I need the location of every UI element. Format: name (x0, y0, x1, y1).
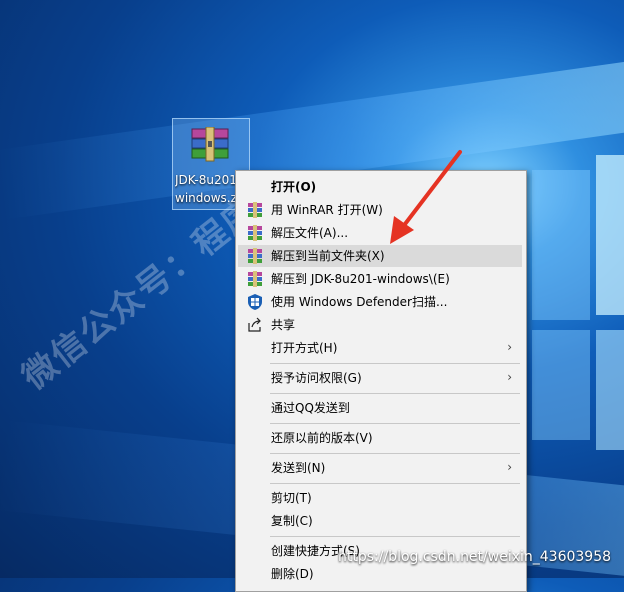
winrar-archive-icon (191, 127, 229, 162)
winrar-icon (248, 225, 262, 241)
menu-item-restore-previous-versions[interactable]: 还原以前的版本(V) (238, 427, 522, 449)
windows-defender-shield-icon (248, 294, 262, 310)
wallpaper-window-pane (596, 155, 624, 315)
menu-item-extract-here[interactable]: 解压到当前文件夹(X) (238, 245, 522, 267)
share-icon (248, 317, 261, 332)
chevron-right-icon: › (507, 370, 512, 384)
menu-item-label: 用 WinRAR 打开(W) (271, 203, 383, 217)
menu-item-label: 还原以前的版本(V) (271, 431, 373, 445)
menu-item-label: 解压文件(A)... (271, 226, 349, 240)
menu-item-share[interactable]: 共享 (238, 314, 522, 336)
menu-item-label: 解压到当前文件夹(X) (271, 249, 385, 263)
menu-separator (270, 363, 520, 364)
menu-item-label: 发送到(N) (271, 461, 326, 475)
menu-separator (270, 483, 520, 484)
menu-item-defender-scan[interactable]: 使用 Windows Defender扫描... (238, 291, 522, 313)
menu-item-label: 解压到 JDK-8u201-windows\(E) (271, 272, 450, 286)
chevron-right-icon: › (507, 460, 512, 474)
menu-separator (270, 536, 520, 537)
menu-item-label: 删除(D) (271, 567, 314, 581)
chevron-right-icon: › (507, 340, 512, 354)
menu-item-send-to[interactable]: 发送到(N) › (238, 457, 522, 479)
menu-item-label: 剪切(T) (271, 491, 312, 505)
red-arrow-annotation (390, 150, 462, 244)
source-url-watermark: https://blog.csdn.net/weixin_43603958 (338, 549, 612, 565)
menu-item-label: 复制(C) (271, 514, 313, 528)
menu-item-extract-to-folder[interactable]: 解压到 JDK-8u201-windows\(E) (238, 268, 522, 290)
menu-separator (270, 453, 520, 454)
wallpaper-window-pane (532, 170, 590, 320)
winrar-icon (248, 202, 262, 218)
menu-separator (270, 393, 520, 394)
menu-item-label: 通过QQ发送到 (271, 401, 350, 415)
menu-item-grant-access[interactable]: 授予访问权限(G) › (238, 367, 522, 389)
menu-separator (270, 423, 520, 424)
menu-item-open-with[interactable]: 打开方式(H) › (238, 337, 522, 359)
menu-item-cut[interactable]: 剪切(T) (238, 487, 522, 509)
wallpaper-window-pane (532, 330, 590, 440)
menu-item-label: 打开方式(H) (271, 341, 338, 355)
menu-item-label: 共享 (271, 318, 296, 332)
menu-item-label: 授予访问权限(G) (271, 371, 362, 385)
winrar-icon (248, 271, 262, 287)
menu-item-copy[interactable]: 复制(C) (238, 510, 522, 532)
wallpaper-window-pane (596, 330, 624, 450)
menu-item-delete[interactable]: 删除(D) (238, 563, 522, 585)
menu-item-label: 使用 Windows Defender扫描... (271, 295, 448, 309)
menu-item-send-via-qq[interactable]: 通过QQ发送到 (238, 397, 522, 419)
winrar-icon (248, 248, 262, 264)
menu-item-label: 打开(O) (271, 180, 317, 194)
